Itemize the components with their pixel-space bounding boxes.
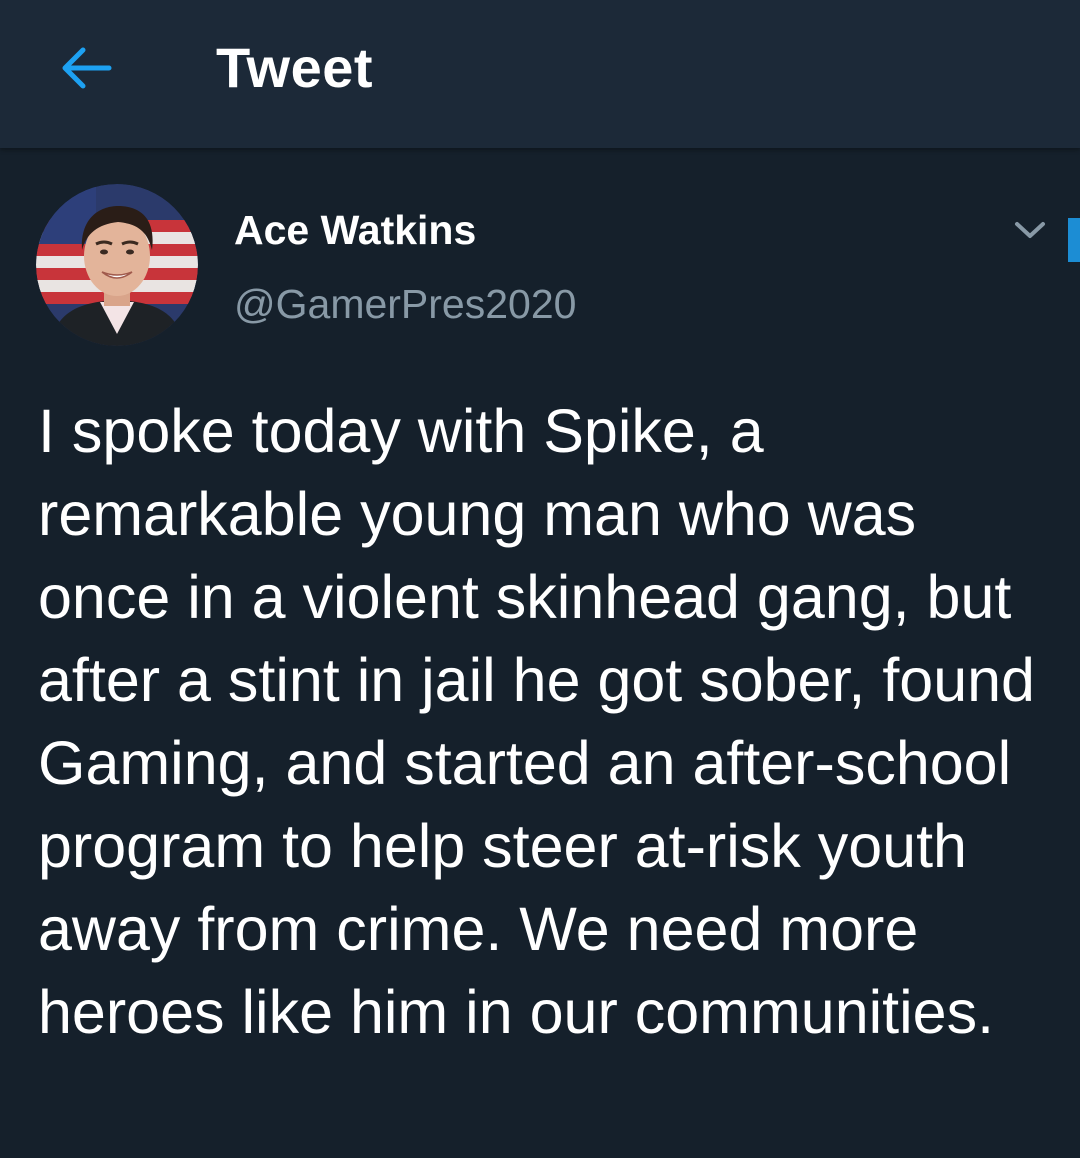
- avatar[interactable]: [36, 184, 198, 346]
- scrollbar[interactable]: [1068, 218, 1080, 262]
- author-handle[interactable]: @GamerPres2020: [234, 280, 576, 328]
- chevron-down-icon: [1015, 222, 1045, 238]
- avatar-photo: [36, 184, 198, 346]
- tweet-text: I spoke today with Spike, a remarkable y…: [38, 397, 1035, 1046]
- tweet-menu-button[interactable]: [1008, 210, 1052, 250]
- page-title: Tweet: [216, 36, 374, 99]
- top-app-bar: Tweet: [0, 0, 1080, 148]
- back-button[interactable]: [50, 36, 120, 100]
- arrow-left-icon: [62, 47, 112, 89]
- author-display-name[interactable]: Ace Watkins: [234, 206, 476, 254]
- tweet-detail: Ace Watkins @GamerPres2020 I spoke today…: [0, 148, 1080, 1158]
